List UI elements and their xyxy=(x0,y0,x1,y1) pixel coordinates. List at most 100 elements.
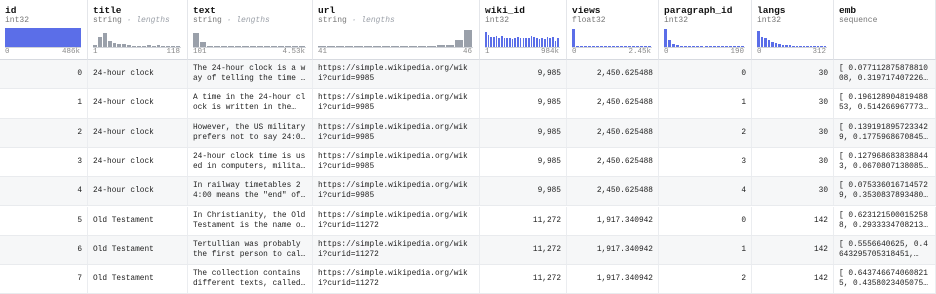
cell-langs[interactable]: 30 xyxy=(752,177,834,206)
cell-paragraph_id[interactable]: 4 xyxy=(659,177,752,206)
table-row[interactable]: 5 Old Testament In Christianity, the Old T… xyxy=(0,206,936,236)
table-row[interactable]: 6 Old Testament Tertullian was probably th… xyxy=(0,235,936,266)
cell-views[interactable]: 2,450.625488 xyxy=(567,177,659,206)
cell-paragraph_id[interactable]: 0 xyxy=(659,206,752,235)
cell-text[interactable]: In Christianity, the Old Testament is th… xyxy=(188,206,313,235)
cell-wiki_id[interactable]: 11,272 xyxy=(480,235,567,265)
cell-id[interactable]: 2 xyxy=(0,118,88,147)
histogram[interactable] xyxy=(757,28,827,47)
cell-title[interactable]: 24-hour clock xyxy=(88,177,188,206)
cell-views[interactable]: 2,450.625488 xyxy=(567,89,659,118)
cell-paragraph_id[interactable]: 2 xyxy=(659,265,752,294)
cell-url[interactable]: https://simple.wikipedia.org/wiki?curid=… xyxy=(313,235,480,265)
histogram[interactable] xyxy=(93,28,181,47)
cell-wiki_id[interactable]: 9,985 xyxy=(480,60,567,89)
histogram-bar xyxy=(487,34,490,47)
histogram[interactable] xyxy=(5,28,81,47)
histogram[interactable] xyxy=(318,28,473,47)
cell-title[interactable]: 24-hour clock xyxy=(88,89,188,118)
cell-id[interactable]: 5 xyxy=(0,206,88,235)
table-row[interactable]: 7 Old Testament The collection contains di… xyxy=(0,265,936,294)
cell-views[interactable]: 2,450.625488 xyxy=(567,118,659,147)
histogram[interactable] xyxy=(193,28,306,47)
cell-emb[interactable]: [ 0.6437466740608215, 0.4358023405075073… xyxy=(834,265,936,294)
cell-id[interactable]: 3 xyxy=(0,147,88,177)
cell-views[interactable]: 2,450.625488 xyxy=(567,147,659,177)
table-row[interactable]: 2 24-hour clock However, the US military p… xyxy=(0,118,936,148)
histogram[interactable] xyxy=(485,28,560,47)
cell-id[interactable]: 6 xyxy=(0,235,88,265)
cell-langs[interactable]: 30 xyxy=(752,60,834,89)
cell-text[interactable]: The collection contains different texts,… xyxy=(188,265,313,294)
cell-langs[interactable]: 30 xyxy=(752,118,834,147)
cell-text[interactable]: The 24-hour clock is a way of telling th… xyxy=(188,60,313,89)
cell-title[interactable]: Old Testament xyxy=(88,235,188,265)
column-header-emb[interactable]: emb sequence xyxy=(834,0,936,60)
cell-title[interactable]: Old Testament xyxy=(88,265,188,294)
cell-id[interactable]: 4 xyxy=(0,177,88,206)
column-header-text[interactable]: text string · lengths 101 4.53k xyxy=(188,0,313,60)
column-header-url[interactable]: url string · lengths 41 46 xyxy=(313,0,480,60)
cell-title[interactable]: Old Testament xyxy=(88,206,188,235)
cell-url[interactable]: https://simple.wikipedia.org/wiki?curid=… xyxy=(313,147,480,177)
column-type-label: int32 xyxy=(757,16,782,25)
cell-url[interactable]: https://simple.wikipedia.org/wiki?curid=… xyxy=(313,60,480,89)
cell-views[interactable]: 1,917.340942 xyxy=(567,235,659,265)
cell-langs[interactable]: 30 xyxy=(752,89,834,118)
cell-wiki_id[interactable]: 11,272 xyxy=(480,265,567,294)
column-header-wiki_id[interactable]: wiki_id int32 1 984k xyxy=(480,0,567,60)
cell-langs[interactable]: 142 xyxy=(752,206,834,235)
column-header-views[interactable]: views float32 0 2.45k xyxy=(567,0,659,60)
table-row[interactable]: 4 24-hour clock In railway timetables 24:0… xyxy=(0,177,936,207)
cell-url[interactable]: https://simple.wikipedia.org/wiki?curid=… xyxy=(313,89,480,118)
column-header-langs[interactable]: langs int32 0 312 xyxy=(752,0,834,60)
cell-text[interactable]: Tertullian was probably the first person… xyxy=(188,235,313,265)
cell-title[interactable]: 24-hour clock xyxy=(88,147,188,177)
cell-paragraph_id[interactable]: 0 xyxy=(659,60,752,89)
cell-wiki_id[interactable]: 9,985 xyxy=(480,118,567,147)
cell-emb[interactable]: [ 0.07711287587881008, 0.319717407226562… xyxy=(834,60,936,89)
cell-emb[interactable]: [ 0.1391918957233429, 0.1775968670845031… xyxy=(834,118,936,147)
cell-emb[interactable]: [ 0.19612890481948853, 0.514266967773437… xyxy=(834,89,936,118)
cell-langs[interactable]: 30 xyxy=(752,147,834,177)
cell-title[interactable]: 24-hour clock xyxy=(88,60,188,89)
cell-id[interactable]: 0 xyxy=(0,60,88,89)
cell-text[interactable]: However, the US military prefers not to … xyxy=(188,118,313,147)
cell-wiki_id[interactable]: 11,272 xyxy=(480,206,567,235)
cell-url[interactable]: https://simple.wikipedia.org/wiki?curid=… xyxy=(313,118,480,147)
histogram-max-label: 2.45k xyxy=(628,48,651,56)
cell-emb[interactable]: [ 0.1279686838388443, 0.0670807138085363… xyxy=(834,147,936,177)
cell-title[interactable]: 24-hour clock xyxy=(88,118,188,147)
cell-id[interactable]: 7 xyxy=(0,265,88,294)
cell-paragraph_id[interactable]: 1 xyxy=(659,235,752,265)
cell-text[interactable]: In railway timetables 24:00 means the "e… xyxy=(188,177,313,206)
table-row[interactable]: 0 24-hour clock The 24-hour clock is a way… xyxy=(0,60,936,90)
cell-url[interactable]: https://simple.wikipedia.org/wiki?curid=… xyxy=(313,206,480,235)
histogram[interactable] xyxy=(572,28,652,47)
cell-views[interactable]: 1,917.340942 xyxy=(567,206,659,235)
cell-paragraph_id[interactable]: 1 xyxy=(659,89,752,118)
cell-paragraph_id[interactable]: 2 xyxy=(659,118,752,147)
cell-emb[interactable]: [ 0.5556640625, 0.4643295705318451,… xyxy=(834,235,936,265)
cell-paragraph_id[interactable]: 3 xyxy=(659,147,752,177)
cell-wiki_id[interactable]: 9,985 xyxy=(480,177,567,206)
cell-text[interactable]: A time in the 24-hour clock is written i… xyxy=(188,89,313,118)
cell-wiki_id[interactable]: 9,985 xyxy=(480,89,567,118)
histogram[interactable] xyxy=(664,28,745,47)
cell-url[interactable]: https://simple.wikipedia.org/wiki?curid=… xyxy=(313,265,480,294)
table-row[interactable]: 1 24-hour clock A time in the 24-hour cloc… xyxy=(0,89,936,119)
cell-langs[interactable]: 142 xyxy=(752,265,834,294)
cell-emb[interactable]: [ 0.6231215000152588, 0.2933334708213806… xyxy=(834,206,936,235)
cell-wiki_id[interactable]: 9,985 xyxy=(480,147,567,177)
cell-url[interactable]: https://simple.wikipedia.org/wiki?curid=… xyxy=(313,177,480,206)
column-header-title[interactable]: title string · lengths 1 118 xyxy=(88,0,188,60)
cell-id[interactable]: 1 xyxy=(0,89,88,118)
cell-langs[interactable]: 142 xyxy=(752,235,834,265)
cell-views[interactable]: 2,450.625488 xyxy=(567,60,659,89)
cell-views[interactable]: 1,917.340942 xyxy=(567,265,659,294)
column-header-paragraph_id[interactable]: paragraph_id int32 0 190 xyxy=(659,0,752,60)
cell-text[interactable]: 24-hour clock time is used in computers,… xyxy=(188,147,313,177)
cell-emb[interactable]: [ 0.0753360167145729, 0.3530837893480621… xyxy=(834,177,936,206)
table-row[interactable]: 3 24-hour clock 24-hour clock time is used… xyxy=(0,147,936,178)
column-header-id[interactable]: id int32 0 486k xyxy=(0,0,88,60)
